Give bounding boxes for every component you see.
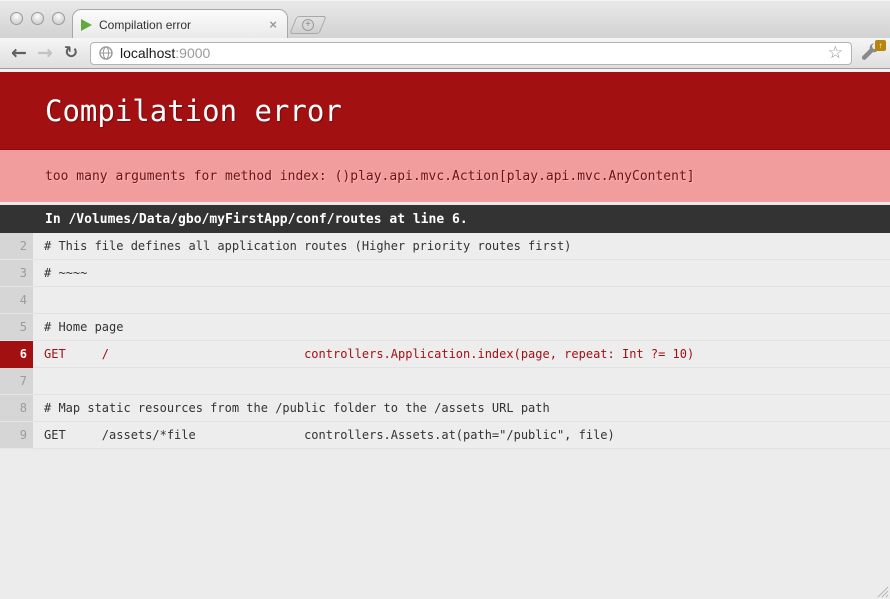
tab-strip: Compilation error × + bbox=[0, 0, 890, 38]
line-code: GET /assets/*file controllers.Assets.at(… bbox=[33, 422, 890, 448]
source-code-listing: 2 # This file defines all application ro… bbox=[0, 233, 890, 449]
globe-icon bbox=[99, 46, 113, 60]
line-code: # ~~~~ bbox=[33, 260, 890, 286]
error-page: Compilation error too many arguments for… bbox=[0, 69, 890, 599]
close-window-button[interactable] bbox=[10, 12, 23, 25]
reload-button[interactable]: ↻ bbox=[58, 44, 84, 63]
menu-wrench-button[interactable]: ↑ bbox=[860, 42, 884, 64]
line-code bbox=[33, 368, 890, 394]
play-favicon-icon bbox=[81, 19, 92, 31]
code-line-row: 2 # This file defines all application ro… bbox=[0, 233, 890, 260]
line-code: GET / controllers.Application.index(page… bbox=[33, 341, 890, 367]
url-host: localhost bbox=[120, 45, 175, 61]
bookmark-star-icon[interactable]: ☆ bbox=[828, 43, 843, 63]
url-text: localhost:9000 bbox=[120, 45, 828, 61]
new-tab-button[interactable]: + bbox=[289, 16, 326, 34]
code-line-row: 5 # Home page bbox=[0, 314, 890, 341]
browser-tab[interactable]: Compilation error × bbox=[72, 9, 288, 39]
zoom-window-button[interactable] bbox=[52, 12, 65, 25]
back-button[interactable]: ← bbox=[6, 44, 32, 63]
code-line-row: 3 # ~~~~ bbox=[0, 260, 890, 287]
line-number: 6 bbox=[0, 341, 33, 368]
url-port: :9000 bbox=[175, 45, 210, 61]
address-bar[interactable]: localhost:9000 ☆ bbox=[90, 42, 852, 65]
error-detail: too many arguments for method index: ()p… bbox=[0, 150, 890, 202]
code-line-row: 7 bbox=[0, 368, 890, 395]
page-title: Compilation error bbox=[0, 72, 890, 150]
code-line-row: 9 GET /assets/*file controllers.Assets.a… bbox=[0, 422, 890, 449]
line-number: 9 bbox=[0, 422, 33, 449]
minimize-window-button[interactable] bbox=[31, 12, 44, 25]
tab-close-icon[interactable]: × bbox=[267, 17, 279, 32]
browser-toolbar: ← → ↻ localhost:9000 ☆ ↑ bbox=[0, 38, 890, 69]
line-code: # This file defines all application rout… bbox=[33, 233, 890, 259]
line-number: 2 bbox=[0, 233, 33, 260]
error-location: In /Volumes/Data/gbo/myFirstApp/conf/rou… bbox=[0, 202, 890, 233]
update-badge: ↑ bbox=[875, 40, 886, 51]
code-line-row: 6 GET / controllers.Application.index(pa… bbox=[0, 341, 890, 368]
window-controls bbox=[10, 12, 65, 25]
line-code bbox=[33, 287, 890, 313]
tab-title: Compilation error bbox=[99, 18, 267, 32]
forward-button[interactable]: → bbox=[32, 44, 58, 63]
line-number: 4 bbox=[0, 287, 33, 314]
line-number: 5 bbox=[0, 314, 33, 341]
code-line-row: 8 # Map static resources from the /publi… bbox=[0, 395, 890, 422]
plus-icon: + bbox=[302, 19, 314, 31]
line-code: # Home page bbox=[33, 314, 890, 340]
resize-grip[interactable] bbox=[875, 584, 889, 598]
line-number: 8 bbox=[0, 395, 33, 422]
line-code: # Map static resources from the /public … bbox=[33, 395, 890, 421]
line-number: 7 bbox=[0, 368, 33, 395]
code-line-row: 4 bbox=[0, 287, 890, 314]
line-number: 3 bbox=[0, 260, 33, 287]
browser-window: Compilation error × + ← → ↻ localhost:90… bbox=[0, 0, 890, 599]
